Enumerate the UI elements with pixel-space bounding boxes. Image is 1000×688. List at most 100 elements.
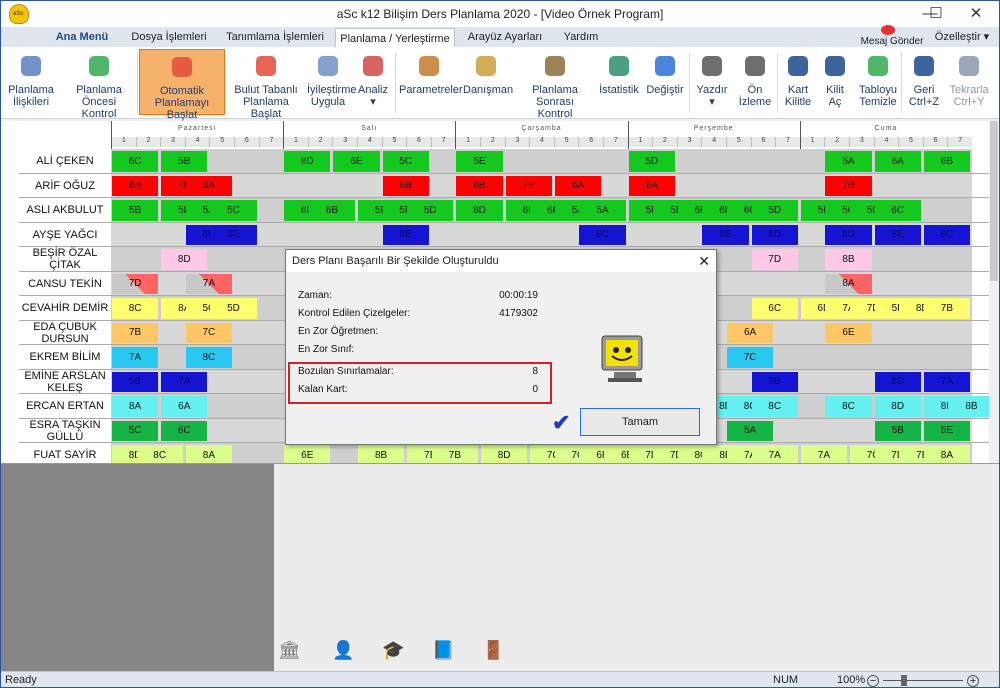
- ribbon-button-advisor[interactable]: Danışman: [463, 49, 513, 115]
- ribbon-button-swap-user[interactable]: Değiştir: [643, 49, 687, 115]
- lesson-card[interactable]: 7A: [800, 445, 847, 463]
- lesson-card[interactable]: 6C: [112, 151, 159, 172]
- lesson-card[interactable]: 7B: [505, 175, 552, 196]
- lesson-card[interactable]: 8A: [185, 445, 232, 463]
- lesson-card[interactable]: 8C: [825, 396, 872, 417]
- lesson-card[interactable]: 6A: [161, 396, 208, 417]
- lesson-card[interactable]: 8D: [456, 200, 503, 221]
- lesson-card[interactable]: 8C: [751, 396, 798, 417]
- dialog-close-icon[interactable]: ✕: [698, 250, 710, 272]
- ribbon-button-improve[interactable]: İyileştirme Uygula: [307, 49, 357, 115]
- teacher-name[interactable]: FUAT SAYİR: [19, 443, 111, 463]
- lesson-card[interactable]: 8E: [874, 224, 921, 245]
- lesson-card[interactable]: 8C: [579, 224, 626, 245]
- lesson-card[interactable]: 7A: [751, 445, 798, 463]
- lesson-card[interactable]: 5B: [112, 200, 159, 221]
- lesson-card[interactable]: 8C: [185, 347, 232, 368]
- lesson-card[interactable]: 8D: [874, 396, 921, 417]
- vertical-scrollbar[interactable]: [989, 121, 999, 463]
- lesson-card[interactable]: 6B: [456, 175, 503, 196]
- ribbon-button-trash[interactable]: Tabloyu Temizle: [857, 49, 899, 115]
- zoom-slider-thumb[interactable]: [901, 675, 907, 686]
- graduation-cap-icon[interactable]: 🎓: [382, 640, 404, 661]
- lesson-card[interactable]: 6A: [727, 322, 774, 343]
- ribbon-button-flask[interactable]: Analiz ▾: [353, 49, 393, 115]
- tab-arayuz[interactable]: Arayüz Ayarları: [459, 27, 551, 47]
- ribbon-button-network[interactable]: Planlama İlişkileri: [3, 49, 59, 115]
- door-icon[interactable]: 🚪: [482, 640, 504, 661]
- lesson-card[interactable]: 7A: [161, 371, 208, 392]
- lesson-card[interactable]: 8A: [825, 273, 872, 294]
- lesson-card[interactable]: 5B: [161, 151, 208, 172]
- lesson-card[interactable]: 7D: [751, 249, 798, 270]
- lesson-card[interactable]: 7A: [923, 371, 970, 392]
- lesson-card[interactable]: 5C: [112, 420, 159, 441]
- lesson-card[interactable]: 7B: [431, 445, 478, 463]
- teacher-name[interactable]: CEVAHİR DEMİR: [19, 296, 111, 321]
- lesson-card[interactable]: 8C: [923, 224, 970, 245]
- lesson-card[interactable]: 5A: [727, 420, 774, 441]
- teacher-name[interactable]: ALİ ÇEKEN: [19, 149, 111, 174]
- teacher-name[interactable]: EKREM BİLİM: [19, 345, 111, 370]
- teacher-name[interactable]: EDA ÇUBUK DURSUN: [19, 321, 111, 346]
- lesson-card[interactable]: 6B: [923, 151, 970, 172]
- lesson-card[interactable]: 7B: [825, 175, 872, 196]
- lesson-card[interactable]: 8D: [284, 151, 331, 172]
- lesson-card[interactable]: 8D: [751, 224, 798, 245]
- message-icon[interactable]: [881, 25, 895, 35]
- teacher-name[interactable]: EMİNE ARSLAN KELEŞ: [19, 370, 111, 395]
- ribbon-button-check-shield[interactable]: Planlama Öncesi Kontrol: [63, 49, 135, 120]
- lesson-card[interactable]: 6C: [751, 298, 798, 319]
- lesson-card[interactable]: 8B: [825, 249, 872, 270]
- lesson-card[interactable]: 8B: [948, 396, 989, 417]
- tab-planlama[interactable]: Planlama / Yerleştirme: [335, 28, 455, 48]
- lesson-card[interactable]: 5A: [579, 200, 626, 221]
- lesson-card[interactable]: 8E: [382, 224, 429, 245]
- teacher-name[interactable]: BEŞİR ÖZAL ÇİTAK: [19, 247, 111, 272]
- lesson-card[interactable]: 8D: [161, 249, 208, 270]
- lesson-card[interactable]: 5D: [210, 298, 257, 319]
- lesson-card[interactable]: 8D: [825, 224, 872, 245]
- lesson-card[interactable]: 6C: [161, 420, 208, 441]
- ok-button[interactable]: Tamam: [580, 408, 700, 436]
- teacher-name[interactable]: ESRA TAŞKIN GÜLLÜ: [19, 419, 111, 444]
- lesson-card[interactable]: 7C: [185, 322, 232, 343]
- lesson-card[interactable]: 7A: [185, 273, 232, 294]
- lesson-card[interactable]: 7B: [923, 298, 970, 319]
- ribbon-button-printer[interactable]: Yazdır ▾: [693, 49, 731, 115]
- ribbon-button-redo[interactable]: Tekrarla Ctrl+Y: [947, 49, 991, 115]
- teacher-name[interactable]: AYŞE YAĞCI: [19, 223, 111, 248]
- tab-ana-menu[interactable]: Ana Menü: [47, 27, 117, 47]
- lesson-card[interactable]: 6A: [554, 175, 601, 196]
- ribbon-button-preview[interactable]: Ön İzleme: [735, 49, 775, 115]
- teacher-icon[interactable]: 👤: [332, 640, 354, 661]
- lesson-card[interactable]: 5D: [628, 151, 675, 172]
- lesson-card[interactable]: 6E: [284, 445, 331, 463]
- lesson-card[interactable]: 8C: [136, 445, 183, 463]
- close-button[interactable]: ✕: [953, 1, 999, 27]
- lesson-card[interactable]: 5D: [751, 200, 798, 221]
- teacher-name[interactable]: ARİF OĞUZ: [19, 174, 111, 199]
- lesson-card[interactable]: 6B: [112, 175, 159, 196]
- lesson-card[interactable]: 6A: [874, 151, 921, 172]
- tab-yardim[interactable]: Yardım: [553, 27, 609, 47]
- school-building-icon[interactable]: 🏛: [278, 640, 301, 661]
- lesson-card[interactable]: 8A: [923, 445, 970, 463]
- tab-tanimlama[interactable]: Tanımlama İşlemleri: [219, 27, 331, 47]
- lesson-card[interactable]: 6A: [185, 175, 232, 196]
- lesson-card[interactable]: 6B: [382, 175, 429, 196]
- lesson-card[interactable]: 5B: [112, 371, 159, 392]
- lesson-card[interactable]: 7B: [112, 322, 159, 343]
- ribbon-button-gavel[interactable]: Planlama Sonrası Kontrol: [513, 49, 597, 120]
- customize-menu[interactable]: Özelleştir ▾: [929, 27, 995, 47]
- lesson-card[interactable]: 8B: [751, 371, 798, 392]
- scroll-thumb[interactable]: [990, 121, 998, 281]
- lesson-card[interactable]: 5A: [825, 151, 872, 172]
- lesson-card[interactable]: 8C: [112, 298, 159, 319]
- lesson-card[interactable]: 8E: [210, 224, 257, 245]
- lesson-card[interactable]: 8B: [358, 445, 405, 463]
- lesson-card[interactable]: 5C: [210, 200, 257, 221]
- lesson-card[interactable]: 6B: [308, 200, 355, 221]
- lesson-card[interactable]: 6A: [628, 175, 675, 196]
- zoom-slider[interactable]: [883, 680, 963, 681]
